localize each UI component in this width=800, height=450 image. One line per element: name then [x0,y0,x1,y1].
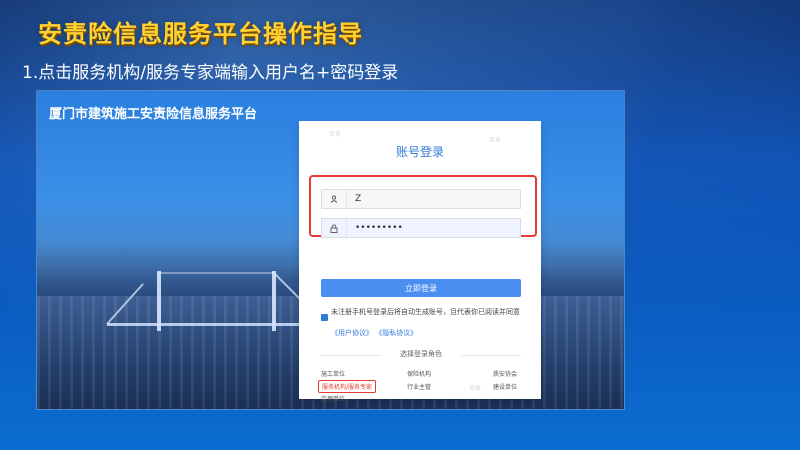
login-title: 账号登录 [395,145,444,159]
role-option[interactable]: 建设单位 [493,382,517,391]
bridge-deck [107,323,322,326]
watermark: 亚泰 [329,131,342,138]
bridge-tower [157,271,161,331]
slide-title: 安责险信息服务平台操作指导 [38,20,363,48]
role-option[interactable]: 监理单位 [321,394,345,403]
step-instruction: 1.点击服务机构/服务专家端输入用户名+密码登录 [22,63,399,83]
login-button[interactable]: 立即登录 [321,279,521,297]
login-card: 亚泰 亚泰 亚泰 账号登录 立即登录 未注册手机号登录后将自动生成账号，且代表你… [299,121,541,403]
divider [461,355,521,356]
checkbox-checked-icon[interactable] [321,314,328,321]
agreement-text: 未注册手机号登录后将自动生成账号，且代表你已阅读并同意 [331,308,520,316]
username-field [321,189,521,209]
username-input[interactable] [347,193,507,205]
privacy-policy-link[interactable]: 《隐私协议》 [375,329,417,337]
role-section-label: 选择登录角色 [400,350,442,358]
role-option-selected[interactable]: 服务机构/服务专家 [318,380,377,393]
user-agreement-link[interactable]: 《用户协议》 [331,329,373,337]
bridge-cable [159,272,274,274]
password-input[interactable] [347,222,507,234]
platform-screenshot: 厦门市建筑施工安责险信息服务平台 亚泰 亚泰 亚泰 账号登录 立即登录 未注册手… [37,91,624,409]
lock-icon [322,219,347,237]
watermark: 亚泰 [469,385,482,392]
user-icon [322,190,347,208]
bridge-tower [272,271,276,331]
role-option[interactable]: 保险机构 [407,369,431,378]
platform-name: 厦门市建筑施工安责险信息服务平台 [49,107,258,122]
role-option[interactable]: 质安协会 [493,369,517,378]
password-field [321,218,521,238]
role-option[interactable]: 施工单位 [321,369,345,378]
role-option[interactable]: 行业主管 [407,382,431,391]
